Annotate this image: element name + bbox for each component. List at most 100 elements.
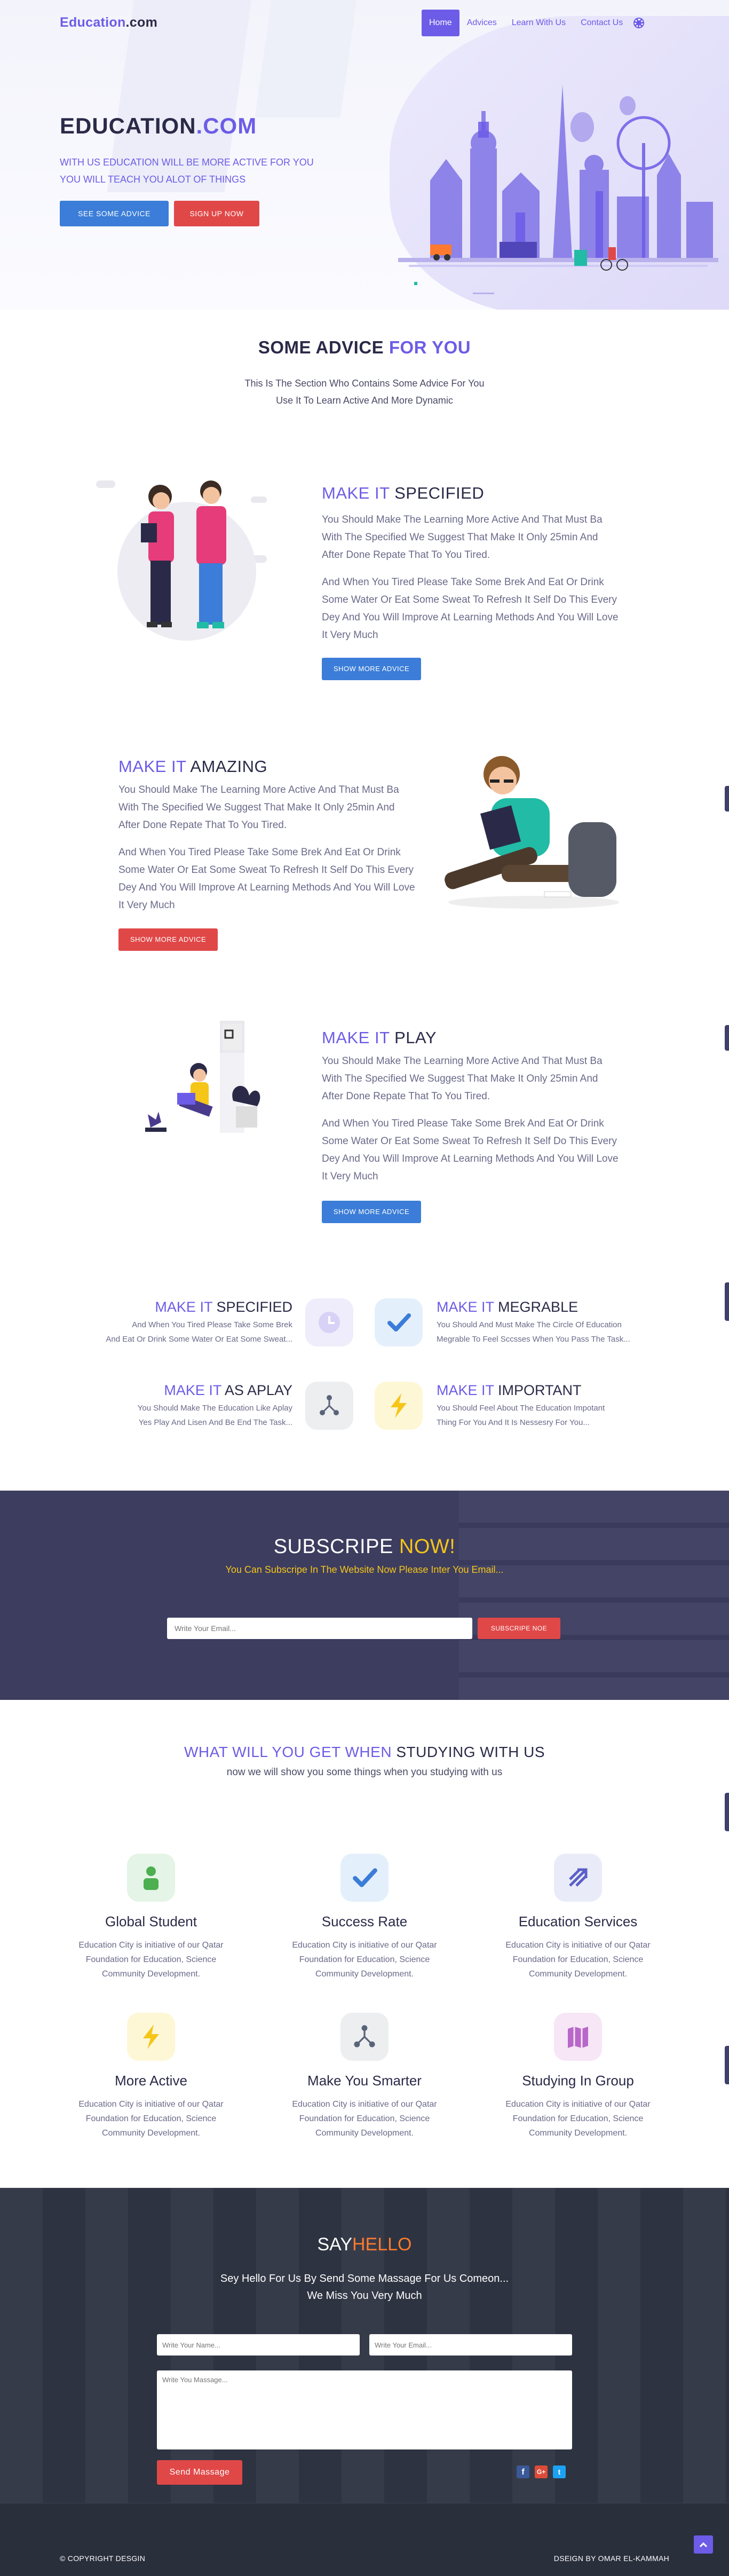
feature3-icon-box — [305, 1382, 353, 1430]
block1-title: MAKE IT SPECIFIED — [322, 484, 484, 503]
benefit2-title: Success Rate — [321, 1913, 408, 1929]
block3-title: MAKE IT PLAY — [322, 1028, 437, 1047]
feature3-line2: Yes Play And Lisen And Be End The Task..… — [138, 1418, 292, 1427]
benefit4-title: More Active — [115, 2073, 187, 2089]
block2-paragraph-1: You Should Make The Learning More Active… — [118, 784, 399, 831]
contact-message-textarea[interactable] — [157, 2370, 572, 2449]
feature-as-aplay: MAKE IT AS APLAY You Should Make The Edu… — [64, 1382, 292, 1430]
contact-title-main: SAY — [317, 2234, 352, 2255]
nav-home-label: Home — [429, 18, 452, 27]
benefit3-line2: Foundation for Education, Science — [512, 1955, 644, 1964]
students-illustration — [96, 480, 267, 641]
subscribe-section — [0, 1491, 729, 1700]
benefits-title: WHAT WILL YOU GET WHEN STUDYING WITH US — [0, 1744, 729, 1761]
feature2-line1: You Should And Must Make The Circle Of E… — [437, 1320, 622, 1329]
feature2-line2: Megrable To Feel Sccsses When You Pass T… — [437, 1335, 630, 1344]
advice-title-dark: SOME ADVICE — [258, 337, 384, 357]
settings-icon[interactable] — [635, 19, 644, 27]
benefit3-line1: Education City is initiative of our Qata… — [505, 1941, 651, 1950]
feature4-line2: Thing For You And It Is Nessesry For You… — [437, 1418, 590, 1427]
twitter-icon[interactable]: t — [553, 2465, 566, 2478]
benefit1-line2: Foundation for Education, Science — [85, 1955, 217, 1964]
block1-show-more-button[interactable]: SHOW MORE ADVICE — [322, 658, 421, 680]
block2-title-accent: MAKE IT — [118, 757, 186, 776]
contact-desc: Sey Hello For Us By Send Some Massage Fo… — [0, 2270, 729, 2304]
hero-title: EDUCATION.COM — [60, 113, 257, 139]
feature4-icon-box — [375, 1382, 423, 1430]
advice-section-desc: This Is The Section Who Contains Some Ad… — [0, 375, 729, 409]
nav-contact-label: Contact Us — [581, 18, 623, 27]
check-icon — [353, 1868, 377, 1887]
benefit5-line3: Community Development. — [315, 2129, 414, 2138]
google-plus-icon[interactable]: G+ — [535, 2465, 548, 2478]
contact-name-input[interactable] — [157, 2334, 360, 2356]
benefit5-title: Make You Smarter — [307, 2073, 422, 2089]
send-message-button[interactable]: Send Massage — [157, 2460, 242, 2485]
benefit3-title: Education Services — [518, 1913, 638, 1929]
contact-title: SAYHELLO — [0, 2234, 729, 2255]
block3-show-more-button[interactable]: SHOW MORE ADVICE — [322, 1201, 421, 1223]
block2-show-more-button[interactable]: SHOW MORE ADVICE — [118, 928, 218, 951]
benefit4-line2: Foundation for Education, Science — [85, 2114, 217, 2123]
books-bg — [459, 1491, 729, 1700]
benefit4-desc: Education City is initiative of our Qata… — [58, 2097, 244, 2140]
benefit3-line3: Community Development. — [528, 1970, 628, 1979]
scroll-to-top-button[interactable] — [694, 2535, 713, 2554]
nav-advices[interactable]: Advices — [459, 18, 504, 28]
feature1-title-accent: MAKE IT — [155, 1299, 212, 1315]
benefit1-line3: Community Development. — [101, 1970, 201, 1979]
feature2-title-accent: MAKE IT — [437, 1299, 494, 1315]
feature1-line2: And Eat Or Drink Some Water Or Eat Some … — [106, 1335, 292, 1344]
brand-main: Education — [60, 15, 126, 30]
feature4-line1: You Should Feel About The Education Impo… — [437, 1404, 605, 1413]
block1-title-dark: SPECIFIED — [394, 484, 485, 502]
block3-title-dark: PLAY — [394, 1028, 437, 1047]
subscribe-email-input[interactable] — [167, 1618, 472, 1639]
block2-title-dark: AMAZING — [190, 757, 268, 776]
social-links: f G+ t — [517, 2465, 566, 2478]
benefit5-desc: Education City is initiative of our Qata… — [271, 2097, 458, 2140]
contact-desc-line1: Sey Hello For Us By Send Some Massage Fo… — [220, 2273, 509, 2284]
nav-learn-label: Learn With Us — [511, 18, 566, 27]
nav-learn-with-us[interactable]: Learn With Us — [504, 18, 573, 28]
feature2-title-dark: MEGRABLE — [498, 1299, 579, 1315]
benefit3-icon-box — [554, 1854, 602, 1902]
nav-menu: Home Advices Learn With Us Contact Us — [422, 10, 644, 36]
hero-title-suffix: .COM — [196, 113, 257, 138]
feature-specified: MAKE IT SPECIFIED And When You Tired Ple… — [64, 1299, 292, 1346]
subscribe-title-accent: NOW! — [399, 1535, 456, 1558]
feature1-line1: And When You Tired Please Take Some Brek — [132, 1320, 292, 1329]
scroll-marker — [725, 1025, 729, 1051]
bolt-icon — [391, 1393, 407, 1418]
benefit6-line3: Community Development. — [528, 2129, 628, 2138]
sign-up-button[interactable]: SIGN UP NOW — [174, 201, 259, 226]
brand-suffix: .com — [125, 15, 158, 30]
chevron-up-icon — [699, 2542, 708, 2548]
advice-title-accent: FOR YOU — [389, 337, 471, 357]
benefit2-line1: Education City is initiative of our Qata… — [292, 1941, 437, 1950]
feature-important: MAKE IT IMPORTANT You Should Feel About … — [437, 1382, 666, 1430]
contact-email-input[interactable] — [369, 2334, 572, 2356]
benefits-title-dark: STUDYING WITH US — [396, 1744, 545, 1760]
feature1-title-dark: SPECIFIED — [216, 1299, 292, 1315]
benefit2-icon-box — [340, 1854, 389, 1902]
block2-paragraph-2: And When You Tired Please Take Some Brek… — [118, 847, 415, 911]
feature3-title-accent: MAKE IT — [164, 1382, 221, 1398]
contact-title-accent: HELLO — [352, 2234, 412, 2255]
benefit1-icon-box — [127, 1854, 175, 1902]
nav-advices-label: Advices — [466, 18, 497, 27]
see-advice-button[interactable]: SEE SOME ADVICE — [60, 201, 169, 226]
benefits-subtitle: now we will show you some things when yo… — [226, 1767, 503, 1778]
nav-contact-us[interactable]: Contact Us — [573, 18, 630, 28]
reading-student-illustration — [445, 756, 619, 909]
subscribe-title-main: SUBSCRIPE — [273, 1535, 393, 1558]
block3-paragraph-1: You Should Make The Learning More Active… — [322, 1055, 603, 1102]
brand-logo[interactable]: Education.com — [60, 15, 157, 30]
map-icon — [568, 2027, 588, 2048]
user-icon — [144, 1866, 159, 1890]
block3-title-accent: MAKE IT — [322, 1028, 390, 1047]
benefit1-desc: Education City is initiative of our Qata… — [58, 1938, 244, 1981]
nav-home[interactable]: Home — [422, 10, 459, 36]
subscribe-button[interactable]: SUBSCRIPE NOE — [478, 1618, 560, 1639]
facebook-icon[interactable]: f — [517, 2465, 529, 2478]
